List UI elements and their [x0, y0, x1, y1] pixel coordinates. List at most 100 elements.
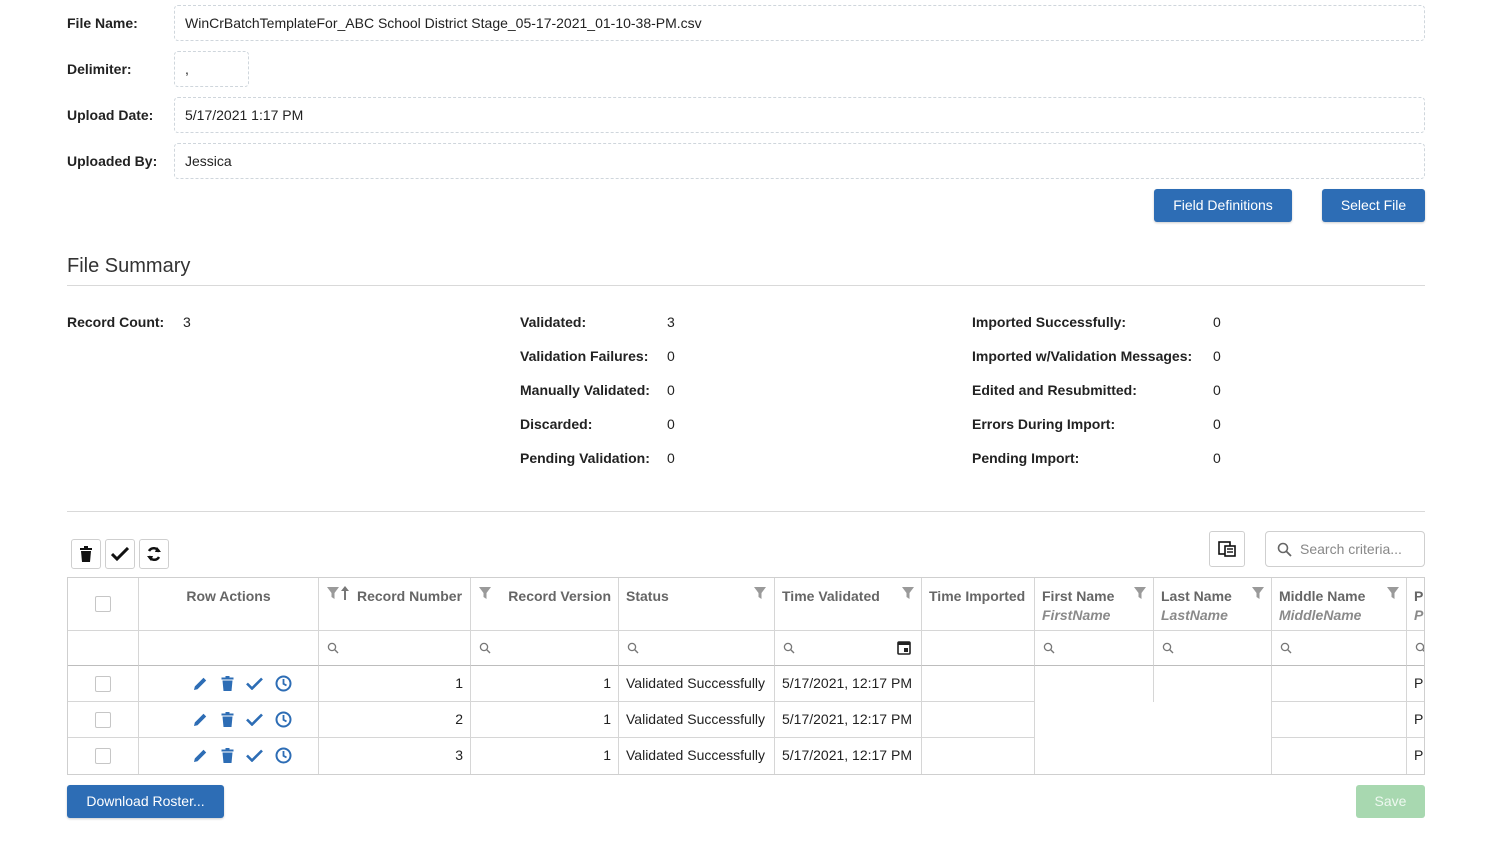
record-number-cell: 3 [319, 738, 471, 774]
file-summary-title: File Summary [67, 255, 191, 277]
column-chooser-button[interactable] [1209, 531, 1245, 567]
header-record-number[interactable]: Record Number [319, 578, 471, 631]
edit-pencil-icon[interactable] [193, 712, 208, 727]
records-grid: Row Actions Record Number Record Version… [67, 577, 1425, 775]
filter-icon[interactable] [902, 587, 914, 599]
filter-last-name[interactable] [1154, 631, 1272, 666]
history-clock-icon[interactable] [275, 675, 292, 692]
delete-trash-icon[interactable] [221, 676, 234, 691]
header-p-sub: P [1414, 607, 1424, 623]
file-name-field[interactable]: WinCrBatchTemplateFor_ABC School Distric… [174, 5, 1425, 41]
uploaded-by-field[interactable]: Jessica [174, 143, 1425, 179]
imported-successfully-label: Imported Successfully: [972, 314, 1127, 330]
filter-time-validated[interactable] [775, 631, 922, 666]
sort-ascending-icon[interactable] [341, 586, 349, 600]
file-name-label: File Name: [67, 15, 138, 31]
errors-during-import-label: Errors During Import: [972, 416, 1116, 432]
bulk-delete-button[interactable] [71, 539, 101, 569]
errors-during-import-value: 0 [1213, 416, 1221, 432]
search-icon [1043, 642, 1055, 654]
delete-trash-icon[interactable] [221, 748, 234, 763]
header-first-name[interactable]: First Name FirstName [1035, 578, 1154, 631]
filter-cell-actions [139, 631, 319, 666]
filter-icon[interactable] [1387, 587, 1399, 599]
filter-icon[interactable] [1134, 587, 1146, 599]
filter-p-column[interactable] [1407, 631, 1424, 666]
search-icon [479, 642, 491, 654]
header-record-version-label: Record Version [508, 588, 611, 604]
header-middle-name[interactable]: Middle Name MiddleName [1272, 578, 1407, 631]
status-cell: Validated Successfully [619, 738, 775, 774]
refresh-button[interactable] [139, 539, 169, 569]
row-checkbox[interactable] [95, 712, 111, 728]
header-last-name[interactable]: Last Name LastName [1154, 578, 1272, 631]
edit-pencil-icon[interactable] [193, 676, 208, 691]
history-clock-icon[interactable] [275, 747, 292, 764]
filter-icon[interactable] [754, 587, 766, 599]
header-status[interactable]: Status [619, 578, 775, 631]
select-all-checkbox[interactable] [95, 596, 111, 612]
calendar-icon[interactable] [897, 640, 911, 655]
delete-trash-icon[interactable] [221, 712, 234, 727]
save-button[interactable]: Save [1356, 785, 1425, 818]
filter-icon[interactable] [1252, 587, 1264, 599]
filter-record-version[interactable] [471, 631, 619, 666]
validated-label: Validated: [520, 314, 587, 330]
filter-middle-name[interactable] [1272, 631, 1407, 666]
refresh-icon [147, 546, 161, 562]
row-select-cell [68, 738, 139, 774]
manually-validated-label: Manually Validated: [520, 382, 650, 398]
upload-date-label: Upload Date: [67, 107, 154, 123]
header-time-validated[interactable]: Time Validated [775, 578, 922, 631]
record-count-label: Record Count: [67, 314, 165, 330]
header-time-imported[interactable]: Time Imported [922, 578, 1035, 631]
filter-icon[interactable] [479, 587, 491, 599]
row-select-cell [68, 702, 139, 738]
history-clock-icon[interactable] [275, 711, 292, 728]
filter-icon[interactable] [327, 587, 339, 599]
row-checkbox[interactable] [95, 748, 111, 764]
row-actions-cell [139, 666, 319, 702]
filter-record-number[interactable] [319, 631, 471, 666]
header-last-name-label: Last Name [1161, 588, 1232, 604]
field-definitions-button[interactable]: Field Definitions [1154, 189, 1292, 222]
search-icon [327, 642, 339, 654]
imported-successfully-value: 0 [1213, 314, 1221, 330]
time-validated-cell: 5/17/2021, 12:17 PM [775, 738, 922, 774]
p-column-cell: P [1407, 666, 1424, 702]
row-checkbox[interactable] [95, 676, 111, 692]
delimiter-field[interactable]: , [174, 51, 249, 87]
upload-date-field[interactable]: 5/17/2021 1:17 PM [174, 97, 1425, 133]
filter-first-name[interactable] [1035, 631, 1154, 666]
download-roster-button[interactable]: Download Roster... [67, 785, 224, 818]
filter-time-imported[interactable] [922, 631, 1035, 666]
status-cell: Validated Successfully [619, 702, 775, 738]
trash-icon [80, 546, 92, 562]
header-record-number-label: Record Number [357, 588, 463, 604]
filter-status[interactable] [619, 631, 775, 666]
edited-resubmitted-label: Edited and Resubmitted: [972, 382, 1137, 398]
delimiter-label: Delimiter: [67, 61, 132, 77]
time-imported-cell [922, 666, 1035, 702]
header-time-imported-label: Time Imported [929, 588, 1026, 604]
grid-search-input[interactable]: Search criteria... [1265, 531, 1425, 567]
last-name-cell [1154, 666, 1272, 702]
validate-check-icon[interactable] [246, 677, 263, 690]
header-p-label: P [1414, 588, 1424, 604]
p-column-cell: P [1414, 747, 1424, 763]
record-version-cell: 1 [471, 702, 619, 738]
last-name-cell [1154, 702, 1272, 738]
manually-validated-value: 0 [667, 382, 675, 398]
bulk-validate-button[interactable] [105, 539, 135, 569]
select-file-button[interactable]: Select File [1322, 189, 1425, 222]
validate-check-icon[interactable] [246, 713, 263, 726]
header-record-version[interactable]: Record Version [471, 578, 619, 631]
filter-cell-select [68, 631, 139, 666]
search-placeholder: Search criteria... [1300, 541, 1402, 557]
discarded-value: 0 [667, 416, 675, 432]
header-middle-name-sub: MiddleName [1279, 607, 1362, 623]
grid-divider [67, 511, 1425, 512]
validate-check-icon[interactable] [246, 749, 263, 762]
edit-pencil-icon[interactable] [193, 748, 208, 763]
header-p-column[interactable]: P P [1407, 578, 1424, 631]
